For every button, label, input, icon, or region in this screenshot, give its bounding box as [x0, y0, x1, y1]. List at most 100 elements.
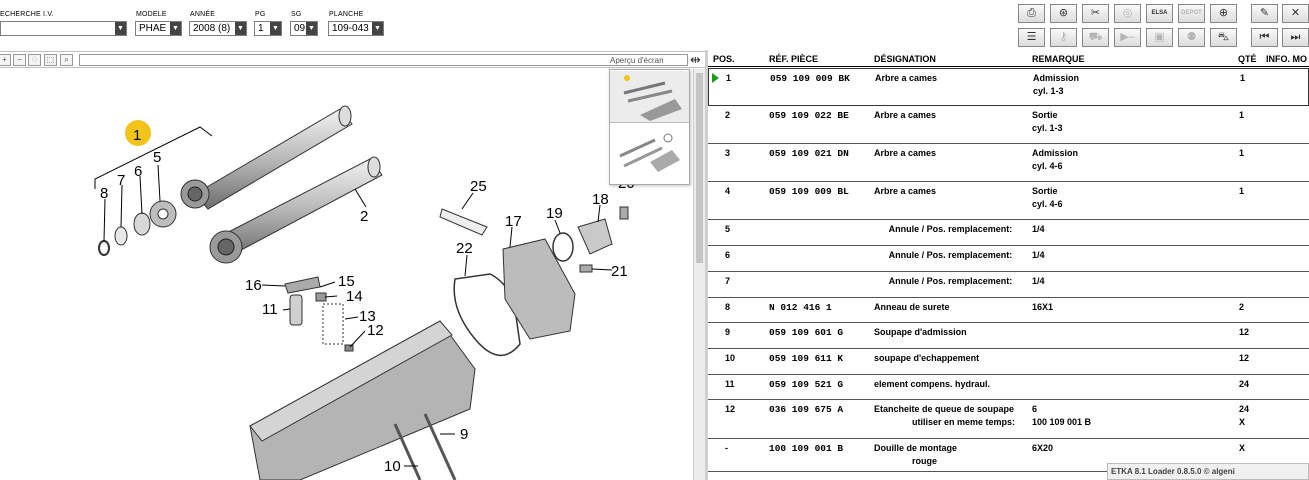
pin-button[interactable]: ✎	[1251, 4, 1278, 23]
table-row[interactable]: 1 059 109 009 BK Arbre a cames Admission cyl…	[708, 68, 1309, 106]
print-button[interactable]: ⎙	[1018, 4, 1045, 23]
callout-18[interactable]: 18	[592, 191, 609, 208]
callout-9[interactable]: 9	[460, 426, 468, 443]
first-page-button[interactable]: ⏮	[1251, 28, 1278, 47]
device-button[interactable]: ▣	[1146, 28, 1173, 47]
col-pos[interactable]: POS.	[713, 54, 735, 64]
row-remarque: 1/4	[1032, 276, 1045, 286]
zoom-fit-button[interactable]: ◌	[28, 54, 41, 66]
row-remarque-2: cyl. 4-6	[1032, 161, 1063, 171]
table-row[interactable]: 10 059 109 611 K soupape d'echappement 12	[708, 349, 1309, 375]
thumbnail-page-2[interactable]	[610, 126, 689, 178]
row-qte: 24	[1239, 379, 1250, 389]
table-row[interactable]: 5 Annule / Pos. remplacement: 1/4	[708, 220, 1309, 246]
wrench-button[interactable]: ✂	[1082, 4, 1109, 23]
planche-dropdown-icon[interactable]: ▼	[372, 22, 383, 35]
device-icon: ▣	[1154, 31, 1165, 43]
callout-14[interactable]: 14	[346, 288, 363, 305]
parts-diagram[interactable]: 1 2 5 6 7 8 9 10 11 12 13 14 15 16 17 18…	[0, 69, 693, 480]
zoom-search-button[interactable]: ⌕	[60, 54, 73, 66]
depot-button[interactable]: DEPOT	[1178, 4, 1205, 23]
callout-22[interactable]: 22	[456, 240, 473, 257]
callout-21[interactable]: 21	[611, 263, 628, 280]
callout-13[interactable]: 13	[359, 308, 376, 325]
callout-7[interactable]: 7	[117, 172, 125, 189]
table-row[interactable]: 2 059 109 022 BE Arbre a cames Sortie cyl. 1…	[708, 106, 1309, 144]
recherche-dropdown-icon[interactable]: ▼	[115, 22, 126, 35]
last-page-button[interactable]: ⏭	[1282, 28, 1309, 47]
sg-select[interactable]: 09 ▼	[290, 21, 318, 36]
people-button[interactable]: ⚉	[1178, 28, 1205, 47]
next-dim-button[interactable]: ▶–	[1114, 28, 1141, 47]
pg-dropdown-icon[interactable]: ▼	[270, 22, 281, 35]
callout-19[interactable]: 19	[546, 205, 563, 222]
thumbnail-page-1[interactable]	[610, 71, 689, 123]
row-qte: 24	[1239, 404, 1250, 414]
cart-add-button[interactable]: ⊕	[1210, 4, 1237, 23]
close-icon: ✕	[1290, 7, 1301, 19]
table-row[interactable]: 12 036 109 675 A Etancheite de queue de so…	[708, 400, 1309, 439]
row-ref: 059 109 521 G	[769, 379, 844, 390]
zoom-field[interactable]	[79, 54, 688, 66]
sg-dropdown-icon[interactable]: ▼	[306, 22, 317, 35]
scrollbar-thumb[interactable]	[696, 73, 703, 263]
zoom-out-icon: −	[17, 55, 22, 64]
recherche-field[interactable]: ▼	[0, 21, 127, 36]
zoom-in-button[interactable]: +	[0, 54, 11, 66]
annee-dropdown-icon[interactable]: ▼	[235, 22, 246, 35]
row-designation: Arbre a cames	[874, 110, 937, 120]
callout-2[interactable]: 2	[360, 208, 368, 225]
planche-select[interactable]: 109-043 ▼	[328, 21, 384, 36]
table-row[interactable]: 3 059 109 021 DN Arbre a cames Admission cyl…	[708, 144, 1309, 182]
table-row[interactable]: 7 Annule / Pos. remplacement: 1/4	[708, 272, 1309, 298]
modele-select[interactable]: PHAE ▼	[135, 21, 182, 36]
row-pos: 7	[725, 276, 731, 286]
col-ref[interactable]: RÉF. PIÈCE	[769, 54, 818, 64]
row-remarque: 1/4	[1032, 250, 1045, 260]
col-qte[interactable]: QTÉ	[1238, 54, 1257, 64]
key-button[interactable]: ⚷	[1050, 28, 1077, 47]
callout-16[interactable]: 16	[245, 277, 262, 294]
col-designation[interactable]: DÉSIGNATION	[874, 54, 936, 64]
row-ref: 036 109 675 A	[769, 404, 844, 415]
zoom-window-button[interactable]: ⬚	[44, 54, 57, 66]
row-remarque: Sortie	[1032, 110, 1058, 120]
row-pos: 2	[725, 110, 731, 120]
table-row[interactable]: 8 N 012 416 1 Anneau de surete 16X1 2	[708, 298, 1309, 323]
callout-25[interactable]: 25	[470, 178, 487, 195]
table-row[interactable]: 6 Annule / Pos. remplacement: 1/4	[708, 246, 1309, 272]
callout-8[interactable]: 8	[100, 185, 108, 202]
callout-1[interactable]: 1	[133, 127, 141, 144]
callout-15[interactable]: 15	[338, 273, 355, 290]
sg-label: SG	[291, 11, 302, 18]
list-button[interactable]: ☰	[1018, 28, 1045, 47]
row-pos: 10	[725, 353, 736, 363]
callout-10[interactable]: 10	[384, 458, 401, 475]
stamp-button[interactable]: ⊛	[1050, 4, 1077, 23]
pg-select[interactable]: 1 ▼	[254, 21, 282, 36]
table-row[interactable]: 9 059 109 601 G Soupape d'admission 12	[708, 323, 1309, 349]
zoom-out-button[interactable]: −	[13, 54, 26, 66]
table-row[interactable]: 4 059 109 009 BL Arbre a cames Sortie cyl. 4…	[708, 182, 1309, 220]
close-button[interactable]: ✕	[1282, 4, 1309, 23]
row-pos: 5	[725, 224, 731, 234]
callout-11[interactable]: 11	[262, 301, 278, 318]
modele-dropdown-icon[interactable]: ▼	[170, 22, 181, 35]
cart-button[interactable]: ⛍	[1210, 28, 1237, 47]
row-qte: 12	[1239, 327, 1250, 337]
split-view-icon[interactable]: ⇹	[690, 52, 701, 68]
table-row[interactable]: 11 059 109 521 G element compens. hydraul.…	[708, 375, 1309, 400]
zoom-window-icon: ⬚	[46, 55, 55, 64]
col-remarque[interactable]: REMARQUE	[1032, 54, 1085, 64]
col-info[interactable]: INFO. MO	[1266, 54, 1307, 64]
annee-value: 2008 (8)	[193, 23, 231, 34]
diagram-scrollbar[interactable]	[693, 69, 705, 480]
modele-label: MODELE	[136, 11, 167, 18]
parts-search-button[interactable]: ◎	[1114, 4, 1141, 23]
callout-6[interactable]: 6	[134, 163, 142, 180]
callout-17[interactable]: 17	[505, 213, 522, 230]
callout-5[interactable]: 5	[153, 149, 161, 166]
car-button[interactable]: ⛟	[1082, 28, 1109, 47]
elsa-button[interactable]: ELSA	[1146, 4, 1173, 23]
annee-select[interactable]: 2008 (8) ▼	[189, 21, 247, 36]
